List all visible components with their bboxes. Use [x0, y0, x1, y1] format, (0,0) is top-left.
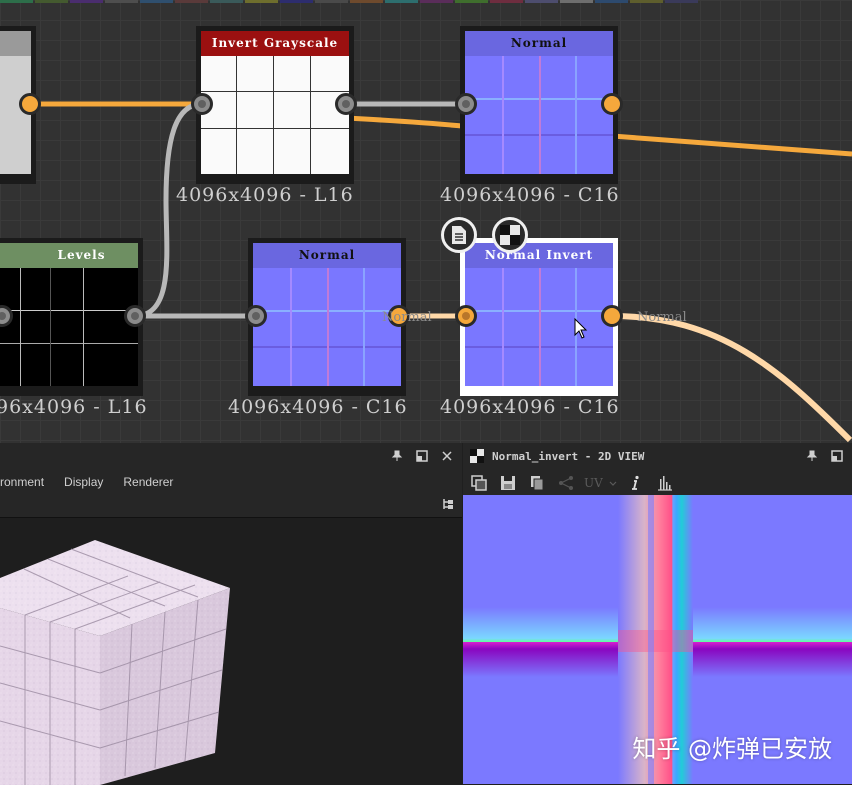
node-resolution: 4096x4096 - C16 [440, 184, 620, 206]
uv-selector[interactable]: UV [584, 476, 603, 490]
pin-icon[interactable] [802, 446, 822, 466]
info-icon[interactable] [625, 472, 647, 494]
wire-levels-to-invert [134, 101, 203, 319]
menu-renderer[interactable]: Renderer [123, 475, 173, 489]
node-graph[interactable]: Invert Grayscale 4096x4096 - L16 Normal … [0, 0, 852, 443]
float-icon[interactable] [827, 446, 847, 466]
checker-icon [470, 449, 484, 463]
document-icon[interactable] [441, 217, 477, 253]
menu-display[interactable]: Display [64, 475, 103, 489]
node-title: Normal [253, 243, 401, 268]
2d-view-panel: Normal_invert - 2D VIEW UV 知乎 @炸弹已安放 [463, 443, 852, 784]
node-title: Normal Invert [465, 243, 613, 268]
close-icon[interactable] [437, 446, 457, 466]
float-icon[interactable] [412, 446, 432, 466]
3d-view-titlebar [0, 443, 462, 469]
node-title: Levels [0, 243, 138, 268]
input-port[interactable] [455, 93, 477, 115]
input-port[interactable] [191, 93, 213, 115]
3d-view-menubar: ronment Display Renderer [0, 469, 462, 495]
2d-view-titlebar: Normal_invert - 2D VIEW [463, 443, 852, 469]
watermark: 知乎 @炸弹已安放 [632, 735, 832, 763]
input-port[interactable] [455, 305, 477, 327]
2d-view-toolbar: UV [463, 469, 852, 497]
node-resolution: 4096x4096 - C16 [228, 396, 408, 418]
node-thumbnail [465, 268, 613, 386]
node-resolution: 4096x4096 - L16 [176, 184, 354, 206]
3d-view-panel: ronment Display Renderer [0, 443, 462, 785]
node-invert-grayscale[interactable]: Invert Grayscale [196, 26, 354, 184]
cursor-icon [574, 318, 588, 339]
node-thumbnail [253, 268, 401, 386]
output-port[interactable] [601, 93, 623, 115]
node-thumbnail [0, 268, 138, 386]
port-label: Normal [637, 310, 687, 325]
chevron-down-icon[interactable] [609, 476, 617, 490]
save-icon[interactable] [497, 472, 519, 494]
pin-icon[interactable] [387, 446, 407, 466]
node-resolution: 96x4096 - L16 [0, 396, 148, 418]
wire-invert-out [611, 313, 852, 443]
node-partial-thumbnail [0, 56, 31, 174]
tree-icon[interactable] [442, 497, 454, 515]
node-partial-header [0, 31, 31, 56]
node-title: Invert Grayscale [201, 31, 349, 56]
checker-icon[interactable] [492, 217, 528, 253]
node-title: Normal [465, 31, 613, 56]
cube-preview [0, 540, 230, 785]
output-port[interactable] [601, 305, 623, 327]
share-icon[interactable] [555, 472, 577, 494]
wire-normal-top-out [611, 133, 852, 157]
3d-viewport[interactable] [0, 517, 462, 785]
port-label: Normal [382, 310, 432, 325]
node-normal-invert[interactable]: Normal Invert [460, 238, 618, 396]
node-resolution: 4096x4096 - C16 [440, 396, 620, 418]
paste-icon[interactable] [526, 472, 548, 494]
node-thumbnail [465, 56, 613, 174]
output-port[interactable] [19, 93, 41, 115]
wire-invert-background [345, 115, 463, 129]
node-thumbnail [201, 56, 349, 174]
2d-view-title: Normal_invert - 2D VIEW [492, 449, 645, 463]
histogram-icon[interactable] [654, 472, 676, 494]
output-port[interactable] [335, 93, 357, 115]
menu-environment[interactable]: ronment [0, 475, 44, 489]
copy-icon[interactable] [468, 472, 490, 494]
node-normal-top[interactable]: Normal [460, 26, 618, 184]
input-port[interactable] [245, 305, 267, 327]
node-levels[interactable]: Levels [0, 238, 143, 396]
output-port[interactable] [124, 305, 146, 327]
